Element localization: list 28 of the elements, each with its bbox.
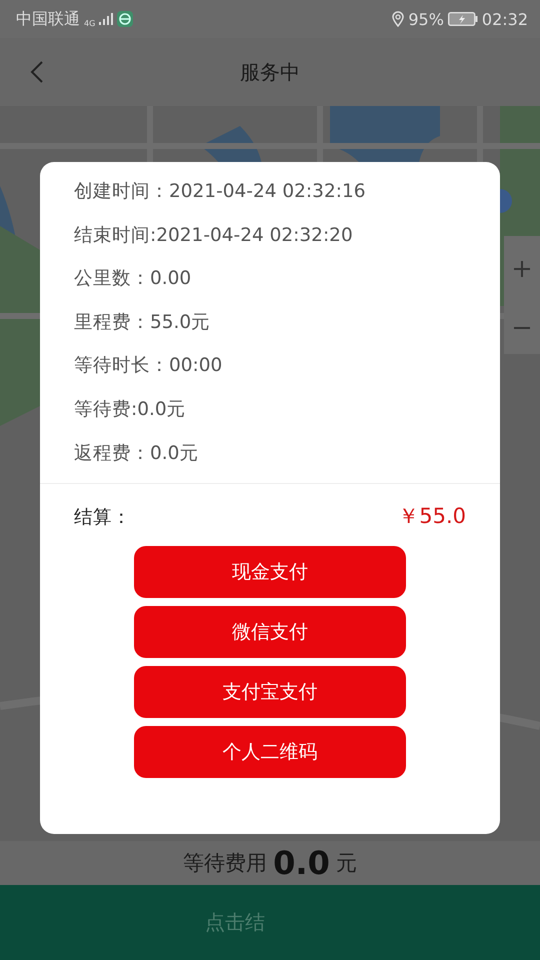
detail-line: 返程费：0.0元 xyxy=(74,442,200,466)
detail-line: 等待费:0.0元 xyxy=(74,398,187,422)
location-icon xyxy=(392,11,404,27)
clock-time: 02:32 xyxy=(482,10,528,28)
payment-button[interactable]: 微信支付 xyxy=(134,606,406,658)
app-icon xyxy=(117,11,134,27)
wait-fee-label: 等待费用 xyxy=(183,850,268,877)
detail-line: 公里数：0.00 xyxy=(74,267,192,292)
zoom-in-icon[interactable] xyxy=(514,261,530,277)
detail-line: 等待时长：00:00 xyxy=(74,354,224,378)
action-label: 点击结 xyxy=(205,909,265,936)
payment-button[interactable]: 个人二维码 xyxy=(134,726,406,778)
detail-line: 创建时间：2021-04-24 02:32:16 xyxy=(74,180,366,204)
signal-icon xyxy=(99,13,114,25)
back-icon[interactable] xyxy=(30,60,44,84)
total-label: 结算： xyxy=(74,506,131,529)
wait-fee-value: 0.0 xyxy=(273,845,330,881)
page-title: 服务中 xyxy=(240,58,300,86)
total-amount: ￥55.0 xyxy=(398,503,466,530)
payment-button[interactable]: 支付宝支付 xyxy=(134,666,406,718)
battery-icon xyxy=(448,12,478,26)
battery-percent: 95% xyxy=(408,10,444,28)
wait-fee-unit: 元 xyxy=(336,850,357,877)
carrier-name: 中国联通 xyxy=(16,8,80,30)
payment-button[interactable]: 现金支付 xyxy=(134,546,406,598)
detail-line: 结束时间:2021-04-24 02:32:20 xyxy=(74,224,354,248)
network-type: 4G xyxy=(84,18,96,28)
detail-line: 里程费：55.0元 xyxy=(74,310,212,335)
